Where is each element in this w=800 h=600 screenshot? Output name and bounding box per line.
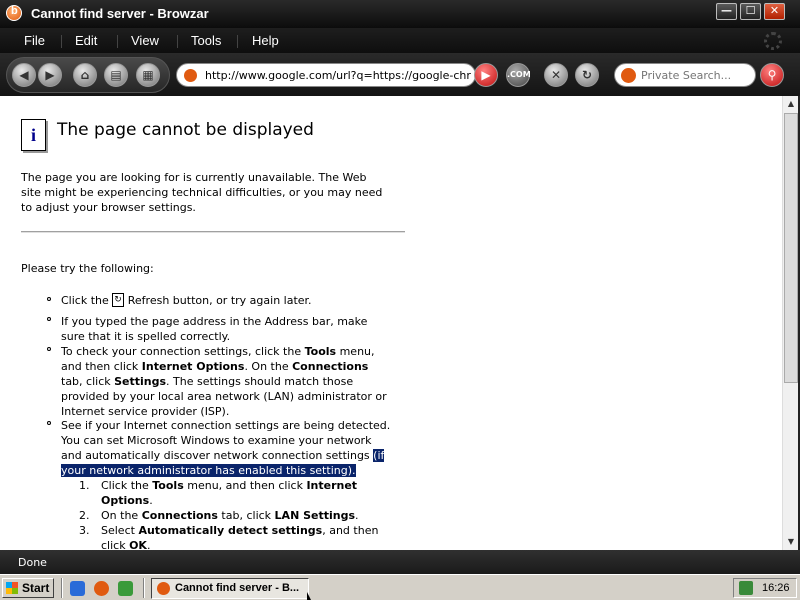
gear-icon[interactable] xyxy=(764,32,782,50)
menu-file[interactable]: File xyxy=(24,33,45,48)
toolbar: ◀ ▶ ⌂ ▤ ▦ ▶ .COM ✕ ↻ ⚲ xyxy=(0,53,800,96)
menu-separator xyxy=(177,35,178,48)
system-tray: 16:26 xyxy=(733,578,797,598)
internet-explorer-icon[interactable] xyxy=(70,581,85,596)
maximize-button[interactable]: ☐ xyxy=(740,3,761,20)
step-number: 1. xyxy=(79,479,90,492)
list-item: If you typed the page address in the Add… xyxy=(61,314,367,344)
page-icon[interactable]: ▦ xyxy=(136,63,160,87)
list-item: See if your Internet connection settings… xyxy=(61,418,390,478)
clock[interactable]: 16:26 xyxy=(762,582,790,594)
back-icon[interactable]: ◀ xyxy=(12,63,36,87)
window-title: Cannot find server - Browzar xyxy=(31,6,209,21)
list-item-text: Internet service provider (ISP). xyxy=(61,405,230,418)
intro-line: site might be experiencing technical dif… xyxy=(21,186,383,199)
bullet xyxy=(47,317,51,321)
list-item-text: tab, click Settings. The settings should… xyxy=(61,375,354,388)
browzar-quicklaunch-icon[interactable] xyxy=(94,581,109,596)
browzar-icon xyxy=(157,582,170,595)
mouse-cursor-icon xyxy=(307,592,311,600)
bullet xyxy=(47,421,51,425)
go-icon[interactable]: ▶ xyxy=(474,63,498,87)
bullet xyxy=(47,297,51,301)
network-icon[interactable] xyxy=(739,581,753,595)
list-item-text: sure that it is spelled correctly. xyxy=(61,330,231,343)
try-label: Please try the following: xyxy=(21,262,154,275)
step-number: 2. xyxy=(79,509,90,522)
close-button[interactable]: ✕ xyxy=(764,3,785,20)
list-item-text: Refresh button, or try again later. xyxy=(127,294,312,307)
list-item-text: provided by your local area network (LAN… xyxy=(61,390,387,403)
scroll-up-icon[interactable]: ▲ xyxy=(783,96,799,112)
list-item-text: You can set Microsoft Windows to examine… xyxy=(61,434,372,447)
list-item-text: and then click Internet Options. On the … xyxy=(61,360,369,373)
step-number: 3. xyxy=(79,524,90,537)
minimize-button[interactable]: — xyxy=(716,3,737,20)
start-label: Start xyxy=(22,581,50,595)
menu-help[interactable]: Help xyxy=(252,33,279,48)
list-item-text: Click the xyxy=(61,294,109,307)
search-box xyxy=(614,63,756,87)
menu-edit[interactable]: Edit xyxy=(75,33,97,48)
step-text: On the Connections tab, click LAN Settin… xyxy=(101,509,359,522)
search-input[interactable] xyxy=(641,67,753,84)
step-text: Click the Tools menu, and then click Int… xyxy=(101,479,358,507)
home-icon[interactable]: ⌂ xyxy=(73,63,97,87)
menu-view[interactable]: View xyxy=(131,33,159,48)
refresh-icon xyxy=(112,293,125,308)
info-icon: i xyxy=(21,119,46,151)
menu-separator xyxy=(61,35,62,48)
windows-logo-icon xyxy=(6,582,18,594)
menu-separator xyxy=(117,35,118,48)
intro-line: to adjust your browser settings. xyxy=(21,201,196,214)
stop-icon[interactable]: ✕ xyxy=(544,63,568,87)
divider xyxy=(21,231,405,233)
title-bar: Cannot find server - Browzar — ☐ ✕ xyxy=(0,0,800,28)
list-item-text: If you typed the page address in the Add… xyxy=(61,315,368,328)
search-go-icon[interactable]: ⚲ xyxy=(760,63,784,87)
scroll-thumb[interactable] xyxy=(784,113,798,383)
page-title: The page cannot be displayed xyxy=(57,120,314,140)
forward-icon[interactable]: ▶ xyxy=(38,63,62,87)
scroll-down-icon[interactable]: ▼ xyxy=(783,534,799,550)
list-item-text: See if your Internet connection settings… xyxy=(61,419,391,432)
address-bar xyxy=(176,63,476,87)
taskbar: Start Cannot find server - B... 16:26 xyxy=(0,574,800,600)
address-input[interactable] xyxy=(205,67,471,84)
com-icon[interactable]: .COM xyxy=(506,63,531,87)
app-quicklaunch-icon[interactable] xyxy=(118,581,133,596)
page-content: i The page cannot be displayed The page … xyxy=(0,96,782,550)
refresh-icon[interactable]: ↻ xyxy=(575,63,599,87)
vertical-scrollbar[interactable]: ▲ ▼ xyxy=(782,96,798,550)
list-item-text: To check your connection settings, click… xyxy=(61,345,375,358)
favicon-icon xyxy=(184,69,197,82)
list-item-text: your network administrator has enabled t… xyxy=(61,463,390,478)
menu-tools[interactable]: Tools xyxy=(191,33,221,48)
start-button[interactable]: Start xyxy=(2,578,54,598)
bullet xyxy=(47,347,51,351)
selected-text[interactable]: (if xyxy=(373,449,385,462)
taskbar-separator xyxy=(143,578,145,598)
status-text: Done xyxy=(18,556,47,569)
intro-text: The page you are looking for is currentl… xyxy=(21,170,382,215)
taskbar-item-label: Cannot find server - B... xyxy=(175,582,300,594)
browzar-logo-icon xyxy=(6,5,22,21)
search-engine-icon xyxy=(621,68,636,83)
menu-bar: File Edit View Tools Help xyxy=(0,28,800,53)
list-item: To check your connection settings, click… xyxy=(61,344,387,419)
taskbar-separator xyxy=(61,578,63,598)
list-item-text: and automatically discover network conne… xyxy=(61,449,385,462)
step-text: Select Automatically detect settings, an… xyxy=(101,524,379,550)
list-item: Click the Refresh button, or try again l… xyxy=(61,293,312,308)
taskbar-item-browzar[interactable]: Cannot find server - B... xyxy=(151,578,309,599)
menu-separator xyxy=(237,35,238,48)
intro-line: The page you are looking for is currentl… xyxy=(21,171,367,184)
selected-text[interactable]: your network administrator has enabled t… xyxy=(61,464,356,477)
print-icon[interactable]: ▤ xyxy=(104,63,128,87)
status-bar: Done xyxy=(0,550,800,574)
